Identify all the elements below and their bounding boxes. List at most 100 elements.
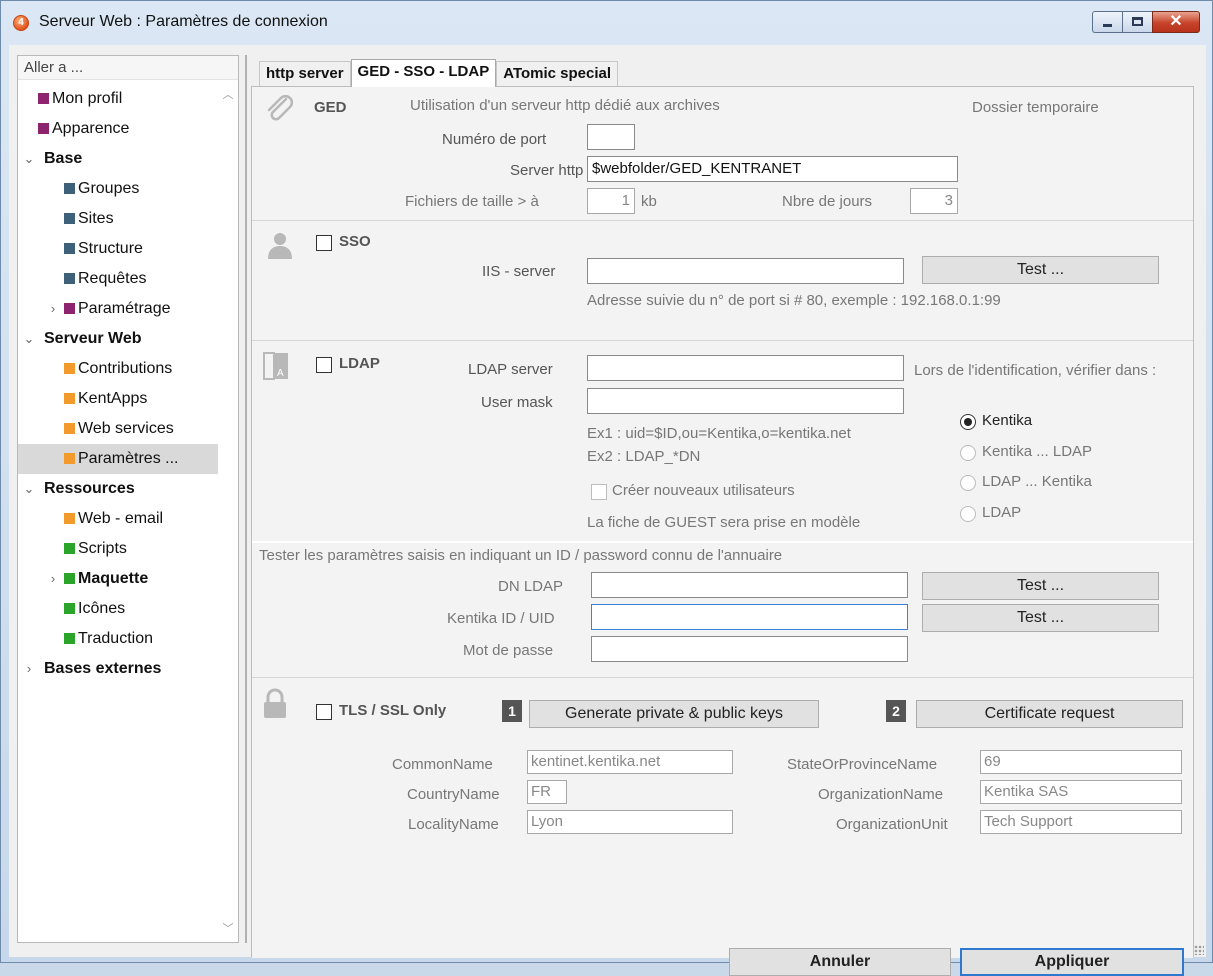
tab-atomic-special[interactable]: ATomic special [496,61,619,87]
state-name-input[interactable]: 69 [980,750,1182,774]
sidebar-item-web-email[interactable]: Web - email [18,504,218,534]
sso-checkbox[interactable] [316,235,332,251]
svg-text:A: A [277,368,284,379]
dn-ldap-input[interactable] [591,572,908,598]
sidebar-item-maquette[interactable]: › Maquette [18,564,218,594]
chevron-right-icon[interactable]: › [46,294,60,324]
scroll-down-icon[interactable]: ﹀ [220,920,236,936]
sidebar-item-label: Sites [78,210,114,227]
organization-unit-label: OrganizationUnit [836,816,948,833]
sidebar-item-parametres[interactable]: Paramètres ... [18,444,218,474]
sidebar-item-icones[interactable]: Icônes [18,594,218,624]
password-input[interactable] [591,636,908,662]
dn-ldap-label: DN LDAP [498,578,564,595]
kentika-id-input[interactable] [591,604,908,630]
paperclip-icon [267,94,294,121]
tab-panel: GED Utilisation d'un serveur http dédié … [251,86,1194,976]
sidebar-item-ressources[interactable]: ⌄ Ressources [18,474,218,504]
radio-ldap[interactable] [960,506,976,522]
sidebar-item-label: Groupes [78,180,140,197]
sso-test-button[interactable]: Test ... [922,256,1159,284]
days-input[interactable]: 3 [910,188,958,214]
sidebar-item-label: Requêtes [78,270,147,287]
sidebar-item-kentapps[interactable]: KentApps [18,384,218,414]
sidebar-item-bases-externes[interactable]: › Bases externes [18,654,218,684]
item-color-swatch [64,273,75,284]
certificate-request-button[interactable]: Certificate request [916,700,1183,728]
organization-unit-input[interactable]: Tech Support [980,810,1182,834]
ldap-checkbox[interactable] [316,357,332,373]
ged-section: GED Utilisation d'un serveur http dédié … [252,87,1193,221]
sidebar-item-label: Serveur Web [44,330,142,347]
sidebar-header[interactable]: Aller a ... [18,56,238,80]
cancel-button[interactable]: Annuler [729,948,951,976]
radio-kentika-ldap[interactable] [960,445,976,461]
locality-name-input[interactable]: Lyon [527,810,733,834]
chevron-right-icon[interactable]: › [46,564,60,594]
title-bar[interactable]: 4 Serveur Web : Paramètres de connexion … [1,1,1212,45]
minimize-button[interactable] [1092,11,1122,33]
sidebar-item-web-services[interactable]: Web services [18,414,218,444]
scroll-up-icon[interactable]: ︿ [220,86,236,102]
dn-test-button[interactable]: Test ... [922,572,1159,600]
sidebar-item-apparence[interactable]: Apparence [18,114,218,144]
step-1-badge: 1 [502,700,522,722]
splitter[interactable] [245,55,247,943]
maximize-button[interactable] [1122,11,1152,33]
sidebar-item-serveur-web[interactable]: ⌄ Serveur Web [18,324,218,354]
ldap-server-input[interactable] [587,355,904,381]
chevron-right-icon[interactable]: › [22,654,36,684]
sidebar-item-requetes[interactable]: Requêtes [18,264,218,294]
sidebar-item-traduction[interactable]: Traduction [18,624,218,654]
country-name-input[interactable]: FR [527,780,567,804]
ged-title: GED [314,99,347,116]
ldap-test-section: Tester les paramètres saisis en indiquan… [252,543,1193,678]
tab-http-server[interactable]: http server [259,61,351,87]
sidebar-item-groupes[interactable]: Groupes [18,174,218,204]
sidebar-item-sites[interactable]: Sites [18,204,218,234]
common-name-label: CommonName [392,756,493,773]
port-input[interactable] [587,124,635,150]
user-mask-input[interactable] [587,388,904,414]
sidebar-scrollbar[interactable]: ︿ ﹀ [220,86,236,936]
chevron-down-icon[interactable]: ⌄ [22,474,36,504]
file-size-input[interactable]: 1 [587,188,635,214]
sidebar-item-base[interactable]: ⌄ Base [18,144,218,174]
client-area: Aller a ... Mon profil Apparence ⌄ Base Grou… [9,45,1206,976]
server-http-label: Server http [510,162,584,179]
sidebar-item-scripts[interactable]: Scripts [18,534,218,564]
organization-name-input[interactable]: Kentika SAS [980,780,1182,804]
window-controls: ✕ [1092,11,1200,35]
sidebar-item-structure[interactable]: Structure [18,234,218,264]
iis-server-input[interactable] [587,258,904,284]
sidebar-item-mon-profil[interactable]: Mon profil [18,84,218,114]
server-http-input[interactable]: $webfolder/GED_KENTRANET [587,156,958,182]
item-color-swatch [64,243,75,254]
apply-button[interactable]: Appliquer [960,948,1184,976]
port-label: Numéro de port [442,131,547,148]
ged-subtitle: Utilisation d'un serveur http dédié aux … [410,97,720,114]
tab-bar: http server GED - SSO - LDAP ATomic spec… [259,59,619,87]
password-label: Mot de passe [463,642,554,659]
user-icon [268,233,292,259]
iis-server-label: IIS - server [482,263,556,280]
chevron-down-icon[interactable]: ⌄ [22,144,36,174]
common-name-input[interactable]: kentinet.kentika.net [527,750,733,774]
tls-checkbox[interactable] [316,704,332,720]
ldap-section: A LDAP LDAP server User mask Ex1 : uid=$… [252,341,1193,541]
radio-kentika[interactable] [960,414,976,430]
id-test-button[interactable]: Test ... [922,604,1159,632]
sidebar-item-parametrage[interactable]: › Paramétrage [18,294,218,324]
resize-grip[interactable] [1194,945,1204,955]
sso-section: SSO IIS - server Test ... Adresse suivie… [252,221,1193,341]
sidebar-item-contributions[interactable]: Contributions [18,354,218,384]
item-color-swatch [38,93,49,104]
radio-ldap-kentika[interactable] [960,475,976,491]
tab-ged-sso-ldap[interactable]: GED - SSO - LDAP [350,59,497,87]
sidebar-item-label: Traduction [78,630,153,647]
chevron-down-icon[interactable]: ⌄ [22,324,36,354]
create-users-checkbox[interactable] [591,484,607,500]
sidebar-item-label: Paramètres ... [78,450,179,467]
close-button[interactable]: ✕ [1152,11,1200,33]
generate-keys-button[interactable]: Generate private & public keys [529,700,819,728]
